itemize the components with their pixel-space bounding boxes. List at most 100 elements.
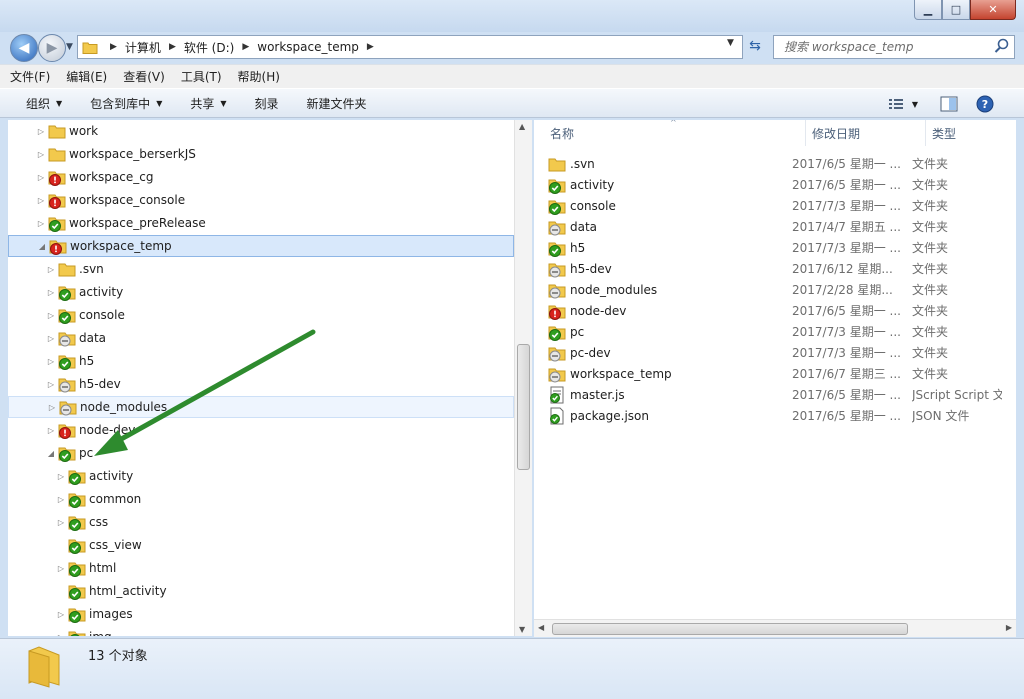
- arrow-left-icon: ◀: [18, 40, 30, 56]
- file-row[interactable]: pc 2017/7/3 星期一 ... 文件夹: [548, 321, 1016, 342]
- menu-view[interactable]: 查看(V): [123, 68, 165, 85]
- folder-svn-conflict-icon: [548, 302, 566, 320]
- navigation-pane-scrollbar[interactable]: ▲ ▼: [514, 120, 532, 636]
- navigation-pane[interactable]: ▷ work ▷ workspace_berserkJS ▷ workspace_cg ▷ w…: [8, 120, 531, 636]
- share-button[interactable]: 共享 ▼: [190, 95, 226, 112]
- scroll-right-icon[interactable]: ▶: [1006, 623, 1012, 632]
- folder-svn-ok-icon: [548, 176, 566, 194]
- file-list-horizontal-scrollbar[interactable]: ◀ ▶: [534, 619, 1016, 637]
- forward-button[interactable]: ▶: [38, 34, 66, 62]
- file-date: 2017/7/3 星期一 ...: [792, 199, 901, 213]
- file-type: 文件夹: [912, 241, 949, 255]
- help-icon[interactable]: ?: [976, 95, 994, 113]
- view-options-icon[interactable]: [888, 97, 906, 111]
- file-name: activity: [570, 177, 615, 192]
- include-in-library-button[interactable]: 包含到库中 ▼: [90, 95, 162, 112]
- refresh-button[interactable]: ⇆: [744, 36, 766, 56]
- file-type: 文件夹: [912, 325, 949, 339]
- folder-svn-ok-icon: [548, 239, 566, 257]
- folder-svn-ok-icon: [548, 323, 566, 341]
- preview-pane-icon[interactable]: [940, 96, 958, 112]
- view-controls: ▼ ?: [888, 95, 994, 113]
- view-dropdown-icon[interactable]: ▼: [912, 100, 918, 109]
- file-date: 2017/6/5 星期一 ...: [792, 409, 901, 423]
- file-row[interactable]: package.json 2017/6/5 星期一 ... JSON 文件: [548, 405, 1016, 426]
- file-row[interactable]: console 2017/7/3 星期一 ... 文件夹: [548, 195, 1016, 216]
- column-name[interactable]: 名称 ^: [534, 120, 806, 146]
- file-name-cell: h5: [548, 239, 792, 257]
- share-label: 共享: [190, 96, 215, 111]
- minimize-button[interactable]: ▁: [914, 0, 942, 20]
- folder-svn-normal-icon: [548, 344, 566, 362]
- file-type: 文件夹: [912, 199, 949, 213]
- breadcrumb-separator[interactable]: ▶: [242, 42, 249, 52]
- menu-file[interactable]: 文件(F): [10, 68, 50, 85]
- column-type[interactable]: 类型: [926, 120, 1016, 146]
- menu-edit[interactable]: 编辑(E): [66, 68, 107, 85]
- dropdown-arrow-icon: ▼: [220, 98, 227, 108]
- file-row[interactable]: .svn 2017/6/5 星期一 ... 文件夹: [548, 153, 1016, 174]
- address-bar[interactable]: ▶ 计算机 ▶ 软件 (D:) ▶ workspace_temp ▶: [77, 35, 743, 59]
- breadcrumb-folder[interactable]: workspace_temp: [257, 40, 359, 54]
- file-row[interactable]: h5-dev 2017/6/12 星期... 文件夹: [548, 258, 1016, 279]
- file-row[interactable]: node-dev 2017/6/5 星期一 ... 文件夹: [548, 300, 1016, 321]
- file-name-cell: master.js: [548, 386, 792, 404]
- file-name-cell: workspace_temp: [548, 365, 792, 383]
- file-row[interactable]: pc-dev 2017/7/3 星期一 ... 文件夹: [548, 342, 1016, 363]
- breadcrumb-separator[interactable]: ▶: [367, 42, 374, 52]
- file-name: pc-dev: [570, 345, 611, 360]
- file-type: 文件夹: [912, 220, 949, 234]
- file-list-pane[interactable]: 名称 ^ 修改日期 类型 .svn 2017/6/5 星期一 ... 文件夹 acti…: [534, 120, 1016, 636]
- file-row[interactable]: activity 2017/6/5 星期一 ... 文件夹: [548, 174, 1016, 195]
- file-name-cell: pc-dev: [548, 344, 792, 362]
- file-name-cell: activity: [548, 176, 792, 194]
- svg-text:?: ?: [982, 98, 988, 111]
- folder-svn-normal-icon: [548, 260, 566, 278]
- file-type: 文件夹: [912, 283, 949, 297]
- file-row[interactable]: workspace_temp 2017/6/7 星期三 ... 文件夹: [548, 363, 1016, 384]
- burn-button[interactable]: 刻录: [255, 95, 279, 112]
- json-file-icon: [548, 407, 566, 425]
- file-name: pc: [570, 324, 585, 339]
- scrollbar-thumb[interactable]: [552, 623, 908, 635]
- folder-large-icon: [26, 645, 62, 689]
- maximize-button[interactable]: □: [942, 0, 970, 20]
- file-date: 2017/6/7 星期三 ...: [792, 367, 901, 381]
- breadcrumb-separator[interactable]: ▶: [110, 42, 117, 52]
- file-row[interactable]: node_modules 2017/2/28 星期... 文件夹: [548, 279, 1016, 300]
- recent-pages-dropdown[interactable]: ▼: [66, 42, 73, 52]
- file-row[interactable]: h5 2017/7/3 星期一 ... 文件夹: [548, 237, 1016, 258]
- back-button[interactable]: ◀: [10, 34, 38, 62]
- search-icon[interactable]: [994, 38, 1010, 54]
- column-date[interactable]: 修改日期: [806, 120, 926, 146]
- file-name-cell: node-dev: [548, 302, 792, 320]
- file-type: JScript Script 文件: [912, 388, 1002, 402]
- scroll-down-icon[interactable]: ▼: [519, 625, 525, 634]
- file-name: package.json: [570, 408, 650, 423]
- breadcrumb-computer[interactable]: 计算机: [125, 39, 161, 56]
- file-date: 2017/7/3 星期一 ...: [792, 346, 901, 360]
- column-headers: 名称 ^ 修改日期 类型: [534, 120, 1016, 146]
- menu-tools[interactable]: 工具(T): [181, 68, 222, 85]
- scroll-left-icon[interactable]: ◀: [538, 623, 544, 632]
- file-name-cell: .svn: [548, 155, 792, 173]
- breadcrumb-drive[interactable]: 软件 (D:): [184, 39, 234, 56]
- file-type: 文件夹: [912, 346, 949, 360]
- address-history-dropdown[interactable]: ▼: [727, 38, 734, 48]
- search-input[interactable]: [782, 39, 994, 55]
- menu-help[interactable]: 帮助(H): [238, 68, 280, 85]
- dropdown-arrow-icon: ▼: [156, 98, 163, 108]
- breadcrumb-separator[interactable]: ▶: [169, 42, 176, 52]
- file-name: workspace_temp: [570, 366, 672, 381]
- file-date: 2017/6/5 星期一 ...: [792, 388, 901, 402]
- file-date: 2017/2/28 星期...: [792, 283, 893, 297]
- file-row[interactable]: data 2017/4/7 星期五 ... 文件夹: [548, 216, 1016, 237]
- organize-button[interactable]: 组织 ▼: [26, 95, 62, 112]
- scroll-up-icon[interactable]: ▲: [519, 122, 525, 131]
- scrollbar-thumb[interactable]: [517, 344, 530, 470]
- file-row[interactable]: master.js 2017/6/5 星期一 ... JScript Script …: [548, 384, 1016, 405]
- new-folder-button[interactable]: 新建文件夹: [307, 95, 367, 112]
- close-button[interactable]: ✕: [970, 0, 1016, 20]
- file-type: 文件夹: [912, 304, 949, 318]
- file-type: 文件夹: [912, 262, 949, 276]
